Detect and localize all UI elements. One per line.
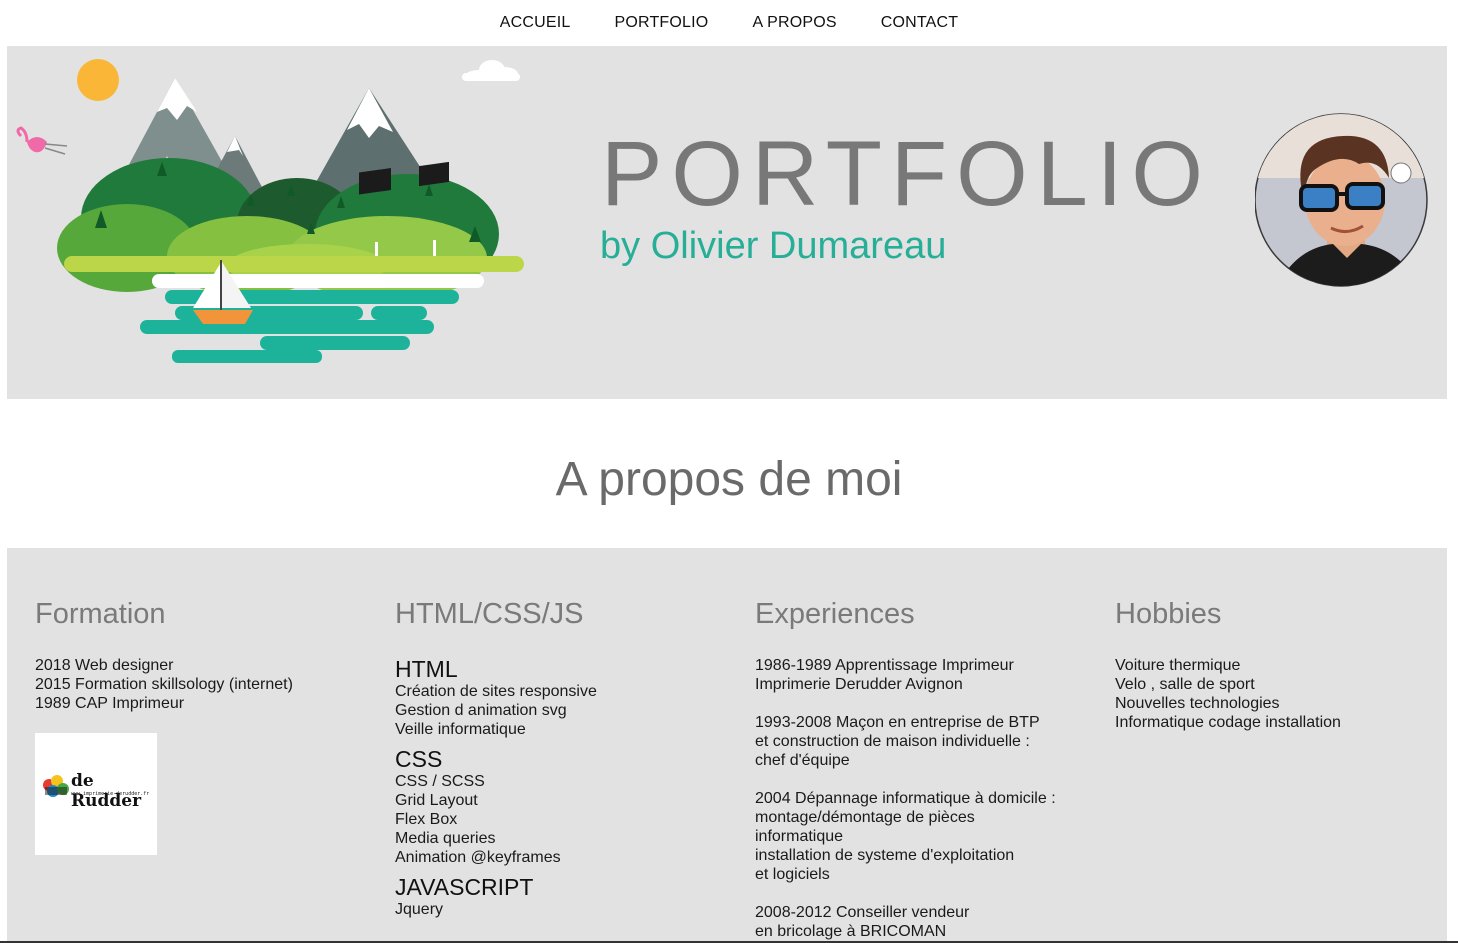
nav-accueil[interactable]: ACCUEIL	[500, 14, 571, 32]
avatar	[1255, 113, 1428, 287]
formation-title: Formation	[35, 598, 166, 630]
hobby-line: Nouvelles technologies	[1115, 695, 1280, 712]
skill-item: Création de sites responsive	[395, 683, 597, 700]
logo-url: www.imprimerie-derudder.fr	[71, 791, 150, 797]
experiences-title: Experiences	[755, 598, 915, 630]
skill-item: Media queries	[395, 830, 496, 847]
about-columns: Formation 2018 Web designer 2015 Formati…	[7, 548, 1447, 943]
experience-line: montage/démontage de pièces	[755, 809, 975, 826]
experience-line: 2004 Dépannage informatique à domicile :	[755, 790, 1056, 807]
main-nav: ACCUEIL PORTFOLIO A PROPOS CONTACT	[0, 0, 1458, 46]
skill-item: CSS / SCSS	[395, 773, 485, 790]
skill-group-css: CSS CSS / SCSS Grid Layout Flex Box Medi…	[395, 746, 725, 867]
nav-contact[interactable]: CONTACT	[881, 14, 959, 32]
skill-item: Gestion d animation svg	[395, 702, 567, 719]
skill-group-javascript: JAVASCRIPT Jquery	[395, 874, 725, 919]
skill-group-title: JAVASCRIPT	[395, 874, 534, 900]
hero-title: PORTFOLIO	[601, 123, 1212, 225]
experience-line: en bricolage à BRICOMAN	[755, 923, 947, 940]
experience-block: 2008-2012 Conseiller vendeur en bricolag…	[755, 903, 1085, 941]
skill-group-title: CSS	[395, 746, 443, 772]
skill-group-title: HTML	[395, 656, 458, 682]
experience-block: 2004 Dépannage informatique à domicile :…	[755, 789, 1085, 884]
skills-column: HTML/CSS/JS HTML Création de sites respo…	[395, 548, 725, 926]
hobbies-column: Hobbies Voiture thermique Velo , salle d…	[1115, 548, 1445, 732]
experience-line: et logiciels	[755, 866, 830, 883]
hobbies-title: Hobbies	[1115, 598, 1222, 630]
skill-item: Animation @keyframes	[395, 849, 561, 866]
hobby-line: Informatique codage installation	[1115, 714, 1341, 731]
experience-line: Imprimerie Derudder Avignon	[755, 676, 963, 693]
experience-line: chef d'équipe	[755, 752, 850, 769]
experience-block: 1993-2008 Maçon en entreprise de BTP et …	[755, 713, 1085, 770]
nav-a-propos[interactable]: A PROPOS	[752, 14, 836, 32]
experience-line: 1993-2008 Maçon en entreprise de BTP	[755, 714, 1040, 731]
hero-subtitle: by Olivier Dumareau	[600, 225, 947, 267]
hobby-line: Voiture thermique	[1115, 657, 1241, 674]
experience-line: et construction de maison individuelle :	[755, 733, 1030, 750]
skill-item: Veille informatique	[395, 721, 526, 738]
experience-block: 1986-1989 Apprentissage Imprimeur Imprim…	[755, 656, 1085, 694]
island-illustration	[16, 59, 524, 363]
formation-line: 2015 Formation skillsology (internet)	[35, 676, 293, 693]
hobby-line: Velo , salle de sport	[1115, 676, 1255, 693]
formation-line: 1989 CAP Imprimeur	[35, 695, 185, 712]
skill-item: Flex Box	[395, 811, 458, 828]
skill-item: Jquery	[395, 901, 444, 918]
experience-line: 1986-1989 Apprentissage Imprimeur	[755, 657, 1014, 674]
skills-title: HTML/CSS/JS	[395, 598, 584, 630]
hero-banner: PORTFOLIO by Olivier Dumareau	[7, 46, 1447, 399]
experience-line: 2008-2012 Conseiller vendeur	[755, 904, 970, 921]
about-title: A propos de moi	[555, 453, 903, 506]
skill-item: Grid Layout	[395, 792, 478, 809]
experiences-column: Experiences 1986-1989 Apprentissage Impr…	[755, 548, 1085, 943]
formation-line: 2018 Web designer	[35, 657, 174, 674]
skill-group-html: HTML Création de sites responsive Gestio…	[395, 656, 725, 739]
derudder-logo: de Rudder www.imprimerie-derudder.fr	[35, 733, 157, 855]
nav-portfolio[interactable]: PORTFOLIO	[614, 14, 708, 32]
formation-column: Formation 2018 Web designer 2015 Formati…	[35, 548, 365, 855]
experience-line: installation de systeme d'exploitation	[755, 847, 1015, 864]
experience-line: informatique	[755, 828, 844, 845]
